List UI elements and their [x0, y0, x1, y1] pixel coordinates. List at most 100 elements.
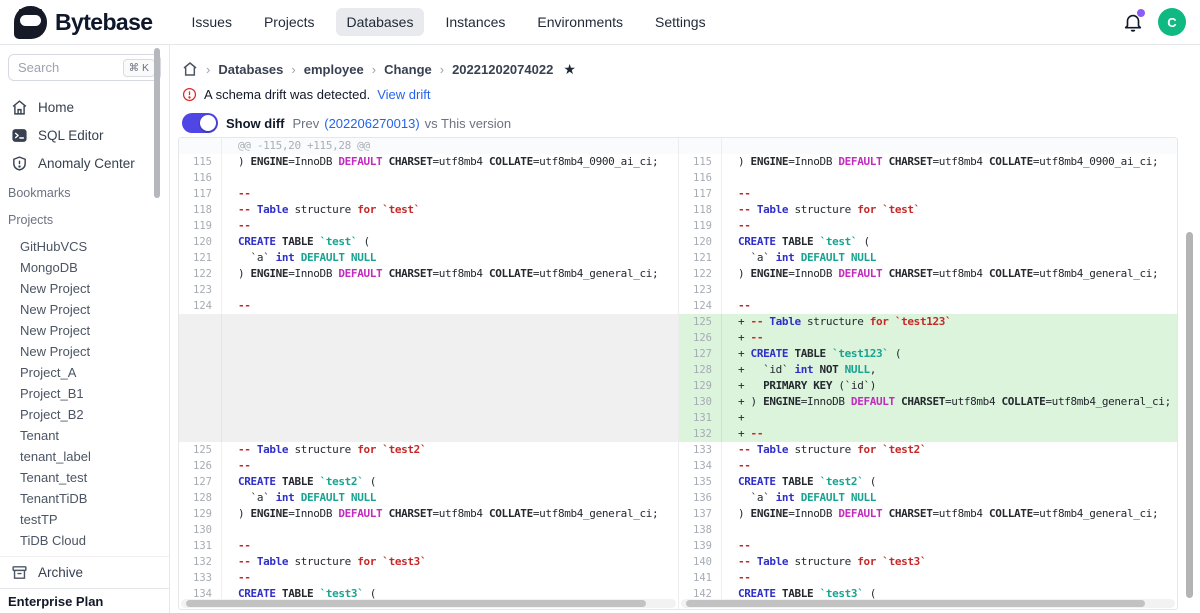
diff-row: [179, 330, 678, 346]
diff-row: 129) ENGINE=InnoDB DEFAULT CHARSET=utf8m…: [179, 506, 678, 522]
sidebar-project-project-b1[interactable]: Project_B1: [0, 383, 169, 404]
sidebar-project-project-b2[interactable]: Project_B2: [0, 404, 169, 425]
sidebar-project-testtp[interactable]: testTP: [0, 509, 169, 530]
horizontal-scrollbar[interactable]: [186, 600, 646, 607]
diff-row: 115) ENGINE=InnoDB DEFAULT CHARSET=utf8m…: [179, 154, 678, 170]
project-list: GitHubVCSMongoDBNew ProjectNew ProjectNe…: [0, 236, 169, 551]
diff-toggle-row: Show diff Prev (202206270013) vs This ve…: [182, 113, 1200, 133]
prev-version-link[interactable]: (202206270013): [324, 116, 419, 131]
brand-title[interactable]: Bytebase: [55, 9, 152, 36]
sidebar-item-archive[interactable]: Archive: [0, 556, 169, 588]
diff-row: 117--: [179, 186, 678, 202]
sql-editor-icon: [11, 127, 28, 144]
archive-label: Archive: [38, 565, 83, 580]
main-nav: Issues Projects Databases Instances Environm…: [180, 8, 716, 36]
diff-row: 122) ENGINE=InnoDB DEFAULT CHARSET=utf8m…: [179, 266, 678, 282]
sidebar-item-label: Home: [38, 100, 74, 115]
plan-badge: Enterprise Plan: [0, 588, 169, 613]
diff-row: @@ -115,20 +115,28 @@: [179, 138, 678, 154]
diff-row: 136 `a` int DEFAULT NULL: [679, 490, 1177, 506]
breadcrumb-employee[interactable]: employee: [304, 62, 364, 77]
sidebar-project-project-a[interactable]: Project_A: [0, 362, 169, 383]
diff-pane-current[interactable]: 115) ENGINE=InnoDB DEFAULT CHARSET=utf8m…: [678, 138, 1177, 609]
sidebar-project-new-project[interactable]: New Project: [0, 299, 169, 320]
diff-row: 133--: [179, 570, 678, 586]
notification-dot: [1137, 9, 1145, 17]
diff-row: 133-- Table structure for `test2`: [679, 442, 1177, 458]
diff-row: 119--: [179, 218, 678, 234]
diff-row: 126--: [179, 458, 678, 474]
diff-row: [179, 426, 678, 442]
top-navbar: Bytebase Issues Projects Databases Instance…: [0, 0, 1200, 45]
bytebase-logo-icon[interactable]: [14, 6, 47, 39]
sidebar-scrollbar[interactable]: [154, 48, 160, 198]
home-breadcrumb-icon[interactable]: [182, 61, 198, 77]
diff-row: 134--: [679, 458, 1177, 474]
diff-row: [179, 314, 678, 330]
diff-row: [179, 410, 678, 426]
favorite-star-icon[interactable]: ★: [563, 61, 576, 78]
sidebar-project-tenant[interactable]: Tenant: [0, 425, 169, 446]
diff-row: 132-- Table structure for `test3`: [179, 554, 678, 570]
search-placeholder: Search: [18, 60, 123, 75]
nav-item-instances[interactable]: Instances: [434, 8, 516, 36]
breadcrumb-databases[interactable]: Databases: [218, 62, 283, 77]
nav-item-issues[interactable]: Issues: [180, 8, 242, 36]
diff-row: 117--: [679, 186, 1177, 202]
breadcrumb-separator: ›: [440, 62, 444, 77]
diff-row: 120CREATE TABLE `test` (: [179, 234, 678, 250]
diff-row: 130+ ) ENGINE=InnoDB DEFAULT CHARSET=utf…: [679, 394, 1177, 410]
nav-item-databases[interactable]: Databases: [336, 8, 425, 36]
diff-pane-previous[interactable]: @@ -115,20 +115,28 @@115) ENGINE=InnoDB …: [179, 138, 678, 609]
section-projects: Projects: [0, 213, 169, 231]
anomaly-center-icon: [11, 155, 28, 172]
sidebar-project-tenant-label[interactable]: tenant_label: [0, 446, 169, 467]
search-shortcut-badge: ⌘ K: [123, 59, 155, 77]
sidebar: Search ⌘ K Home SQL Editor Anomaly Cente…: [0, 45, 170, 613]
sidebar-item-sql-editor[interactable]: SQL Editor: [0, 121, 169, 149]
avatar[interactable]: C: [1158, 8, 1186, 36]
diff-row: 123: [679, 282, 1177, 298]
sidebar-project-tidb-cloud[interactable]: TiDB Cloud: [0, 530, 169, 551]
sidebar-project-mongodb[interactable]: MongoDB: [0, 257, 169, 278]
diff-row: 127CREATE TABLE `test2` (: [179, 474, 678, 490]
sidebar-project-new-project[interactable]: New Project: [0, 320, 169, 341]
home-icon: [11, 99, 28, 116]
notifications-button[interactable]: [1122, 11, 1144, 33]
breadcrumb-separator: ›: [372, 62, 376, 77]
diff-row: 123: [179, 282, 678, 298]
diff-row: 131+: [679, 410, 1177, 426]
diff-row: 132+ --: [679, 426, 1177, 442]
diff-row: 121 `a` int DEFAULT NULL: [179, 250, 678, 266]
view-drift-link[interactable]: View drift: [377, 87, 430, 102]
sidebar-project-githubvcs[interactable]: GitHubVCS: [0, 236, 169, 257]
show-diff-toggle[interactable]: [182, 113, 218, 133]
nav-item-settings[interactable]: Settings: [644, 8, 717, 36]
sidebar-item-label: Anomaly Center: [38, 156, 135, 171]
toggle-label: Show diff: [226, 116, 285, 131]
sidebar-item-home[interactable]: Home: [0, 93, 169, 121]
nav-item-projects[interactable]: Projects: [253, 8, 326, 36]
breadcrumb-change[interactable]: Change: [384, 62, 432, 77]
sidebar-project-new-project[interactable]: New Project: [0, 278, 169, 299]
horizontal-scrollbar[interactable]: [686, 600, 1145, 607]
diff-row: [679, 138, 1177, 154]
diff-row: 139--: [679, 538, 1177, 554]
horizontal-scrollbar-track: [181, 599, 676, 608]
vertical-scrollbar[interactable]: [1186, 232, 1193, 598]
sidebar-project-tenant-test[interactable]: Tenant_test: [0, 467, 169, 488]
nav-item-environments[interactable]: Environments: [526, 8, 634, 36]
diff-row: 138: [679, 522, 1177, 538]
diff-row: 116: [679, 170, 1177, 186]
search-input[interactable]: Search ⌘ K: [8, 54, 161, 81]
diff-row: 121 `a` int DEFAULT NULL: [679, 250, 1177, 266]
diff-row: 116: [179, 170, 678, 186]
sidebar-project-tenanttidb[interactable]: TenantTiDB: [0, 488, 169, 509]
sidebar-project-new-project[interactable]: New Project: [0, 341, 169, 362]
alert-circle-icon: [182, 87, 197, 102]
diff-row: 141--: [679, 570, 1177, 586]
diff-row: 125-- Table structure for `test2`: [179, 442, 678, 458]
sidebar-item-anomaly-center[interactable]: Anomaly Center: [0, 149, 169, 177]
breadcrumb-version[interactable]: 20221202074022: [452, 62, 553, 77]
diff-viewer: @@ -115,20 +115,28 @@115) ENGINE=InnoDB …: [178, 137, 1178, 610]
